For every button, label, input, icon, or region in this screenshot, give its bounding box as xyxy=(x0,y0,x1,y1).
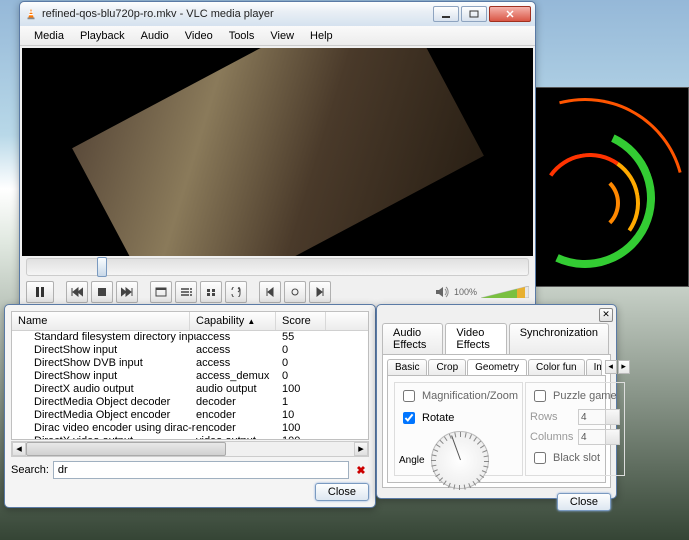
stop-button[interactable] xyxy=(91,281,113,303)
col-cap-header[interactable]: Capability ▲ xyxy=(190,312,276,330)
fullscreen-button[interactable] xyxy=(150,281,172,303)
tab-image-modification[interactable]: Image modification xyxy=(586,359,602,375)
window-title: refined-qos-blu720p-ro.mkv - VLC media p… xyxy=(42,8,433,20)
table-row[interactable]: DirectMedia Object encoderencoder10 xyxy=(12,409,368,422)
menu-view[interactable]: View xyxy=(262,28,302,44)
menubar: Media Playback Audio Video Tools View He… xyxy=(20,26,535,46)
prev-button[interactable] xyxy=(66,281,88,303)
volume-slider[interactable] xyxy=(481,286,529,298)
settings-button[interactable] xyxy=(200,281,222,303)
columns-label: Columns xyxy=(530,431,574,443)
menu-audio[interactable]: Audio xyxy=(133,28,177,44)
tab-synchronization[interactable]: Synchronization xyxy=(509,323,609,354)
playlist-button[interactable] xyxy=(175,281,197,303)
rows-spinner[interactable] xyxy=(578,409,620,425)
loop-button[interactable] xyxy=(225,281,247,303)
dial-needle xyxy=(451,435,461,460)
volume-percent: 100% xyxy=(454,287,477,297)
table-row[interactable]: DirectX video outputvideo output100 xyxy=(12,435,368,440)
step-back-button[interactable] xyxy=(259,281,281,303)
tab-crop[interactable]: Crop xyxy=(428,359,466,375)
modules-window: Name Capability ▲ Score Standard filesys… xyxy=(4,304,376,508)
modules-table: Name Capability ▲ Score Standard filesys… xyxy=(11,311,369,440)
menu-video[interactable]: Video xyxy=(177,28,221,44)
angle-label: Angle xyxy=(399,455,425,466)
col-name-header[interactable]: Name xyxy=(12,312,190,330)
tab-geometry[interactable]: Geometry xyxy=(467,359,527,375)
close-button[interactable]: Close xyxy=(557,493,611,511)
speaker-icon[interactable] xyxy=(434,284,450,300)
menu-help[interactable]: Help xyxy=(302,28,341,44)
blackslot-checkbox[interactable]: Black slot xyxy=(530,449,620,467)
close-button[interactable] xyxy=(489,6,531,22)
next-button[interactable] xyxy=(116,281,138,303)
table-row[interactable]: DirectShow inputaccess_demux0 xyxy=(12,370,368,383)
scroll-right-arrow[interactable]: ▸ xyxy=(354,442,368,456)
horizontal-scrollbar[interactable]: ◂ ▸ xyxy=(11,441,369,457)
pause-button[interactable] xyxy=(26,281,54,303)
table-row[interactable]: DirectX audio outputaudio output100 xyxy=(12,383,368,396)
magnification-checkbox[interactable]: Magnification/Zoom xyxy=(399,387,518,405)
step-fwd-button[interactable] xyxy=(309,281,331,303)
effects-window: ✕ Audio Effects Video Effects Synchroniz… xyxy=(376,304,617,499)
table-row[interactable]: Dirac video encoder using dirac-research… xyxy=(12,422,368,435)
table-row[interactable]: DirectMedia Object decoderdecoder1 xyxy=(12,396,368,409)
playback-controls: 100% xyxy=(20,278,535,306)
minimize-button[interactable] xyxy=(433,6,459,22)
vlc-cone-icon xyxy=(24,7,38,21)
rows-label: Rows xyxy=(530,411,574,423)
tabs-scroll-right[interactable]: ▸ xyxy=(618,360,630,374)
menu-media[interactable]: Media xyxy=(26,28,72,44)
rotate-checkbox[interactable]: Rotate xyxy=(399,409,518,427)
angle-dial[interactable] xyxy=(431,431,489,489)
columns-spinner[interactable] xyxy=(578,429,620,445)
close-icon[interactable]: ✕ xyxy=(599,308,613,322)
puzzle-checkbox[interactable]: Puzzle game xyxy=(530,387,620,405)
scroll-left-arrow[interactable]: ◂ xyxy=(12,442,26,456)
vlc-main-window: refined-qos-blu720p-ro.mkv - VLC media p… xyxy=(19,1,536,328)
search-input[interactable] xyxy=(53,461,349,479)
video-area[interactable] xyxy=(22,48,533,256)
seek-slider[interactable] xyxy=(26,258,529,276)
tab-video-effects[interactable]: Video Effects xyxy=(445,323,506,354)
tabs-scroll-left[interactable]: ◂ xyxy=(605,360,617,374)
search-label: Search: xyxy=(11,464,49,476)
maximize-button[interactable] xyxy=(461,6,487,22)
table-row[interactable]: DirectShow DVB inputaccess0 xyxy=(12,357,368,370)
tab-colorfun[interactable]: Color fun xyxy=(528,359,585,375)
tab-audio-effects[interactable]: Audio Effects xyxy=(382,323,443,354)
scroll-thumb[interactable] xyxy=(26,442,226,456)
table-row[interactable]: Standard filesystem directory inputacces… xyxy=(12,331,368,344)
seek-thumb[interactable] xyxy=(97,257,107,277)
menu-tools[interactable]: Tools xyxy=(221,28,263,44)
col-score-header[interactable]: Score xyxy=(276,312,326,330)
tab-basic[interactable]: Basic xyxy=(387,359,427,375)
record-button[interactable] xyxy=(284,281,306,303)
close-button[interactable]: Close xyxy=(315,483,369,501)
video-frame xyxy=(72,48,484,256)
clear-search-icon[interactable]: ✖ xyxy=(353,464,369,477)
table-row[interactable]: DirectShow inputaccess0 xyxy=(12,344,368,357)
menu-playback[interactable]: Playback xyxy=(72,28,133,44)
titlebar[interactable]: refined-qos-blu720p-ro.mkv - VLC media p… xyxy=(20,2,535,26)
